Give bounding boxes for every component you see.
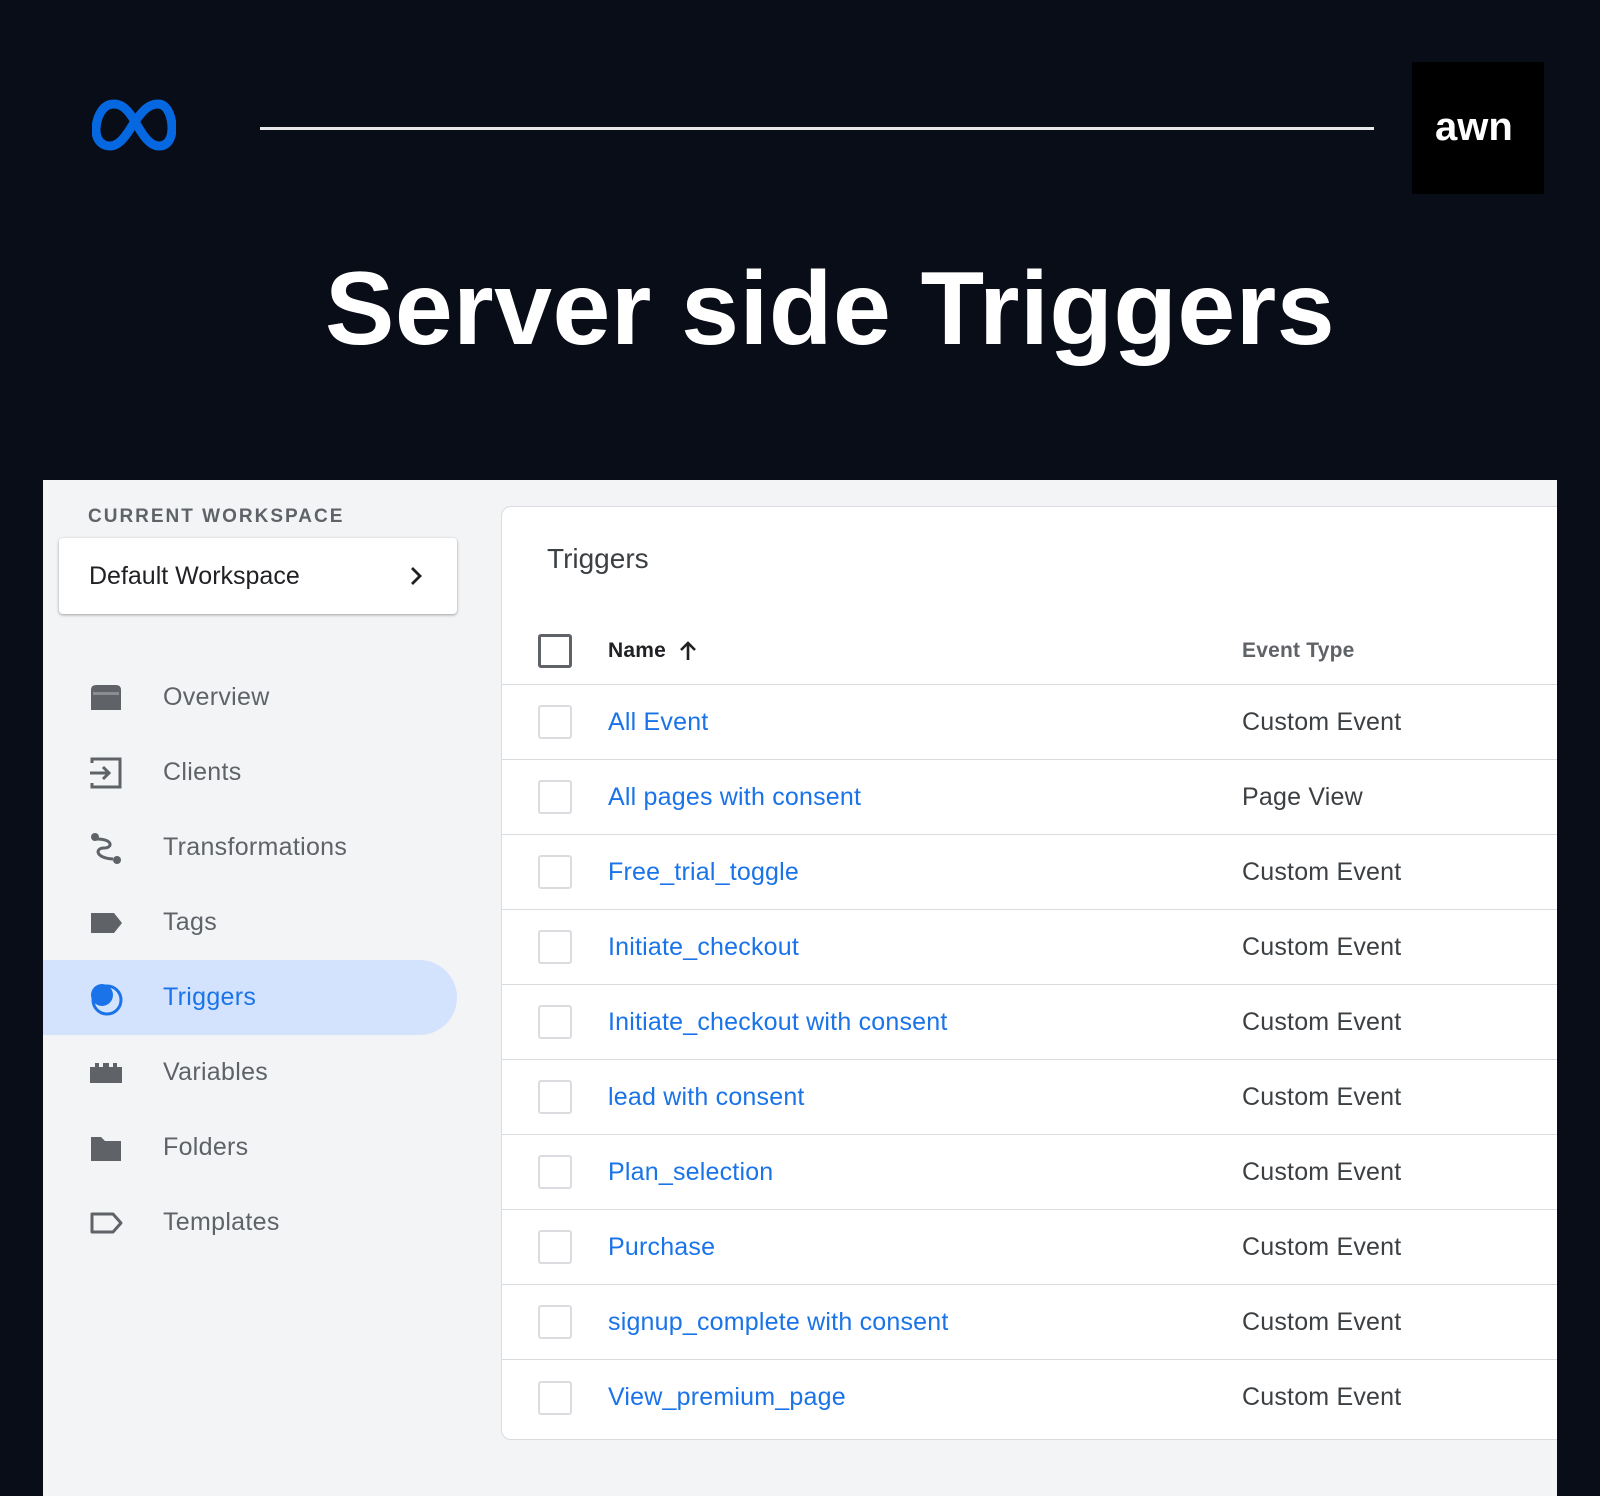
svg-text:awn: awn xyxy=(1435,108,1513,148)
workspace-label: CURRENT WORKSPACE xyxy=(88,506,345,527)
sidebar-item-templates[interactable]: Templates xyxy=(43,1185,457,1260)
tag-icon xyxy=(91,913,122,933)
transformations-icon xyxy=(91,833,121,864)
row-checkbox[interactable] xyxy=(538,705,572,739)
trigger-event-type: Custom Event xyxy=(1242,707,1402,736)
sort-ascending-icon xyxy=(680,640,696,660)
table-row: All Event Custom Event xyxy=(502,685,1557,760)
sidebar-nav: Overview Clients Transformations Tags Tr… xyxy=(43,660,457,1260)
table-row: lead with consent Custom Event xyxy=(502,1060,1557,1135)
row-checkbox[interactable] xyxy=(538,1005,572,1039)
table-row: signup_complete with consent Custom Even… xyxy=(502,1285,1557,1360)
trigger-event-type: Custom Event xyxy=(1242,1157,1402,1186)
column-header-name[interactable]: Name xyxy=(608,639,700,663)
trigger-name-link[interactable]: signup_complete with consent xyxy=(608,1308,949,1337)
sidebar-item-variables[interactable]: Variables xyxy=(43,1035,457,1110)
trigger-name-link[interactable]: lead with consent xyxy=(608,1083,805,1112)
trigger-name-link[interactable]: All Event xyxy=(608,708,708,737)
overview-icon xyxy=(91,685,121,710)
sidebar-item-label: Transformations xyxy=(163,833,348,861)
variables-icon xyxy=(90,1063,122,1083)
trigger-event-type: Custom Event xyxy=(1242,1007,1402,1036)
awn-logo-mark: awn xyxy=(1435,108,1513,148)
trigger-event-type: Custom Event xyxy=(1242,1082,1402,1111)
table-row: Initiate_checkout with consent Custom Ev… xyxy=(502,985,1557,1060)
row-checkbox[interactable] xyxy=(538,1080,572,1114)
trigger-event-type: Custom Event xyxy=(1242,857,1402,886)
tag-manager-app: CURRENT WORKSPACE Default Workspace Over… xyxy=(43,480,1557,1496)
trigger-event-type: Custom Event xyxy=(1242,1232,1402,1261)
trigger-name-link[interactable]: Free_trial_toggle xyxy=(608,858,799,887)
sidebar-item-label: Variables xyxy=(163,1058,269,1086)
row-checkbox[interactable] xyxy=(538,1230,572,1264)
trigger-event-type: Custom Event xyxy=(1242,932,1402,961)
sidebar-item-label: Overview xyxy=(163,683,270,711)
folder-icon xyxy=(91,1137,121,1161)
triggers-panel: Triggers Name Event Type All Event Custo… xyxy=(501,506,1557,1440)
clients-icon xyxy=(90,757,122,789)
sidebar-item-label: Clients xyxy=(163,758,242,786)
row-checkbox[interactable] xyxy=(538,1380,572,1415)
sidebar-item-label: Folders xyxy=(163,1133,249,1161)
workspace-name: Default Workspace xyxy=(89,561,300,590)
row-checkbox[interactable] xyxy=(538,1305,572,1339)
triggers-table: Name Event Type All Event Custom Event A… xyxy=(502,617,1557,1435)
trigger-name-link[interactable]: Plan_selection xyxy=(608,1158,773,1187)
table-header: Name Event Type xyxy=(502,617,1557,685)
chevron-right-icon xyxy=(411,567,422,585)
sidebar-item-label: Triggers xyxy=(163,983,257,1011)
table-row: View_premium_page Custom Event xyxy=(502,1360,1557,1435)
panel-title: Triggers xyxy=(547,543,649,574)
meta-infinity-icon xyxy=(92,99,176,151)
sidebar-item-clients[interactable]: Clients xyxy=(43,735,457,810)
trigger-name-link[interactable]: Purchase xyxy=(608,1233,715,1262)
row-checkbox[interactable] xyxy=(538,1155,572,1189)
trigger-event-type: Custom Event xyxy=(1242,1383,1402,1411)
header-divider xyxy=(260,127,1374,130)
trigger-name-link[interactable]: All pages with consent xyxy=(608,783,861,812)
table-row: Purchase Custom Event xyxy=(502,1210,1557,1285)
sidebar-item-tags[interactable]: Tags xyxy=(43,885,457,960)
column-header-name-label: Name xyxy=(608,638,666,662)
sidebar-item-triggers[interactable]: Triggers xyxy=(43,960,457,1035)
trigger-event-type: Page View xyxy=(1242,782,1363,811)
template-icon xyxy=(90,1212,123,1234)
row-checkbox[interactable] xyxy=(538,930,572,964)
row-checkbox[interactable] xyxy=(538,855,572,889)
trigger-name-link[interactable]: Initiate_checkout xyxy=(608,933,799,962)
row-checkbox[interactable] xyxy=(538,780,572,814)
table-row: All pages with consent Page View xyxy=(502,760,1557,835)
hero-title: Server side Triggers xyxy=(324,251,1336,367)
trigger-name-link[interactable]: View_premium_page xyxy=(608,1383,846,1412)
awn-logo: awn xyxy=(1412,62,1544,194)
table-row: Free_trial_toggle Custom Event xyxy=(502,835,1557,910)
sidebar-item-transformations[interactable]: Transformations xyxy=(43,810,457,885)
sidebar-item-label: Tags xyxy=(163,908,218,936)
select-all-checkbox[interactable] xyxy=(538,633,572,668)
sidebar-item-overview[interactable]: Overview xyxy=(43,660,457,735)
workspace-selector[interactable]: Default Workspace xyxy=(59,538,457,614)
column-header-event-type[interactable]: Event Type xyxy=(1242,639,1354,663)
sidebar-item-folders[interactable]: Folders xyxy=(43,1110,457,1185)
table-row: Initiate_checkout Custom Event xyxy=(502,910,1557,985)
sidebar-item-label: Templates xyxy=(163,1208,280,1236)
trigger-name-link[interactable]: Initiate_checkout with consent xyxy=(608,1008,948,1037)
trigger-icon xyxy=(91,984,123,1016)
trigger-event-type: Custom Event xyxy=(1242,1307,1402,1336)
table-row: Plan_selection Custom Event xyxy=(502,1135,1557,1210)
